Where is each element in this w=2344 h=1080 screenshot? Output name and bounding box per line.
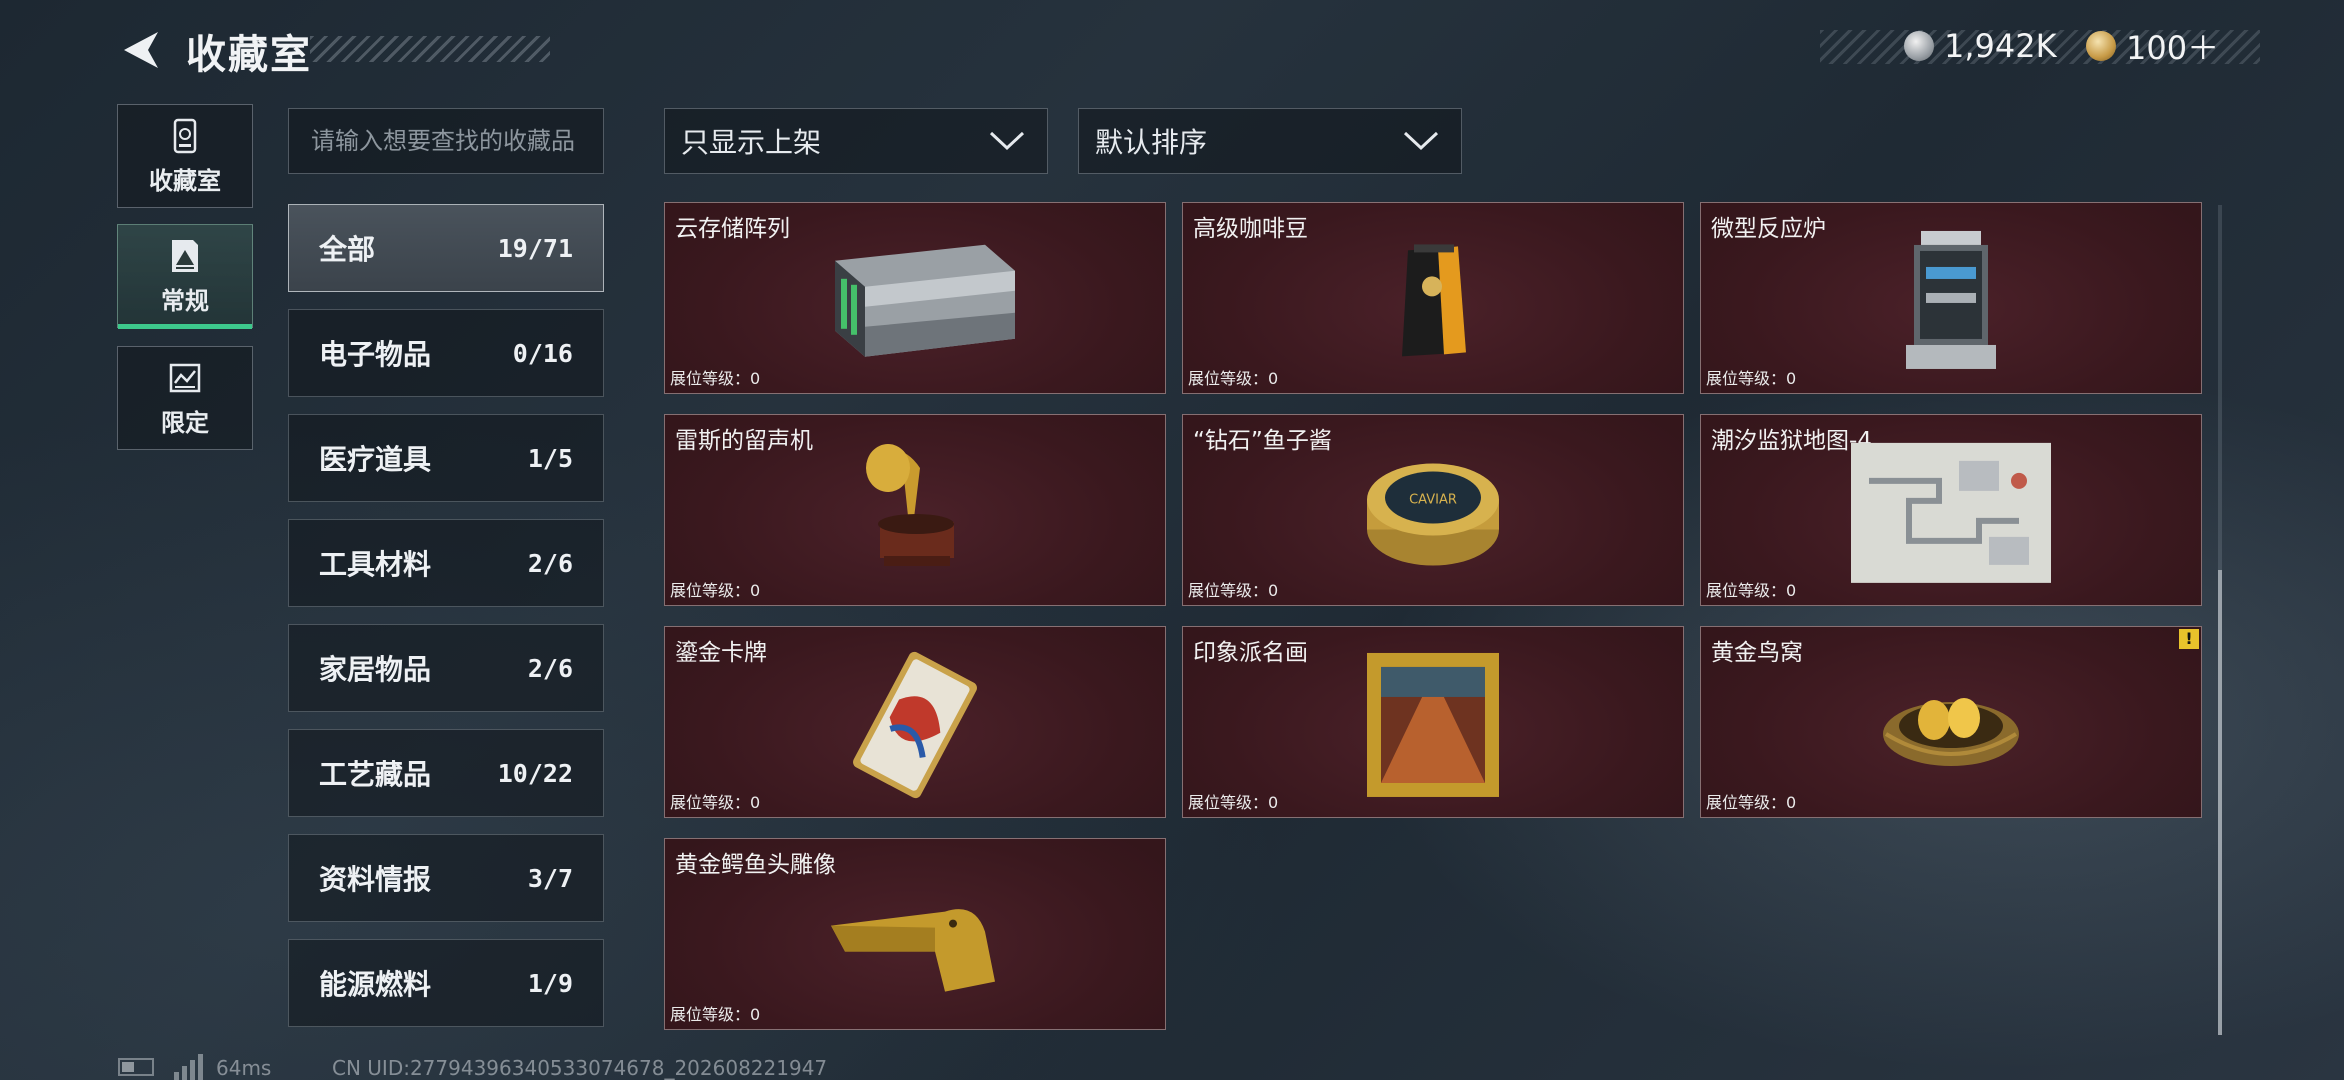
croc-statue-icon (831, 909, 995, 992)
item-card-gramophone[interactable]: 雷斯的留声机 展位等级：0 (664, 414, 1166, 606)
category-intel[interactable]: 资料情报 3/7 (288, 834, 604, 922)
gramophone-icon (866, 444, 954, 566)
user-uid: CN UID:27794396340533074678_202608221947 (332, 1056, 828, 1080)
chevron-down-icon (989, 131, 1025, 151)
title-decoration (310, 36, 550, 62)
regular-doc-icon (172, 239, 198, 272)
sort-dropdown[interactable]: 默认排序 (1078, 108, 1462, 174)
map-icon (1851, 442, 2051, 583)
currency-gold: 100＋ (2086, 26, 2219, 67)
painting-icon (1367, 652, 1499, 797)
category-all[interactable]: 全部 19/71 (288, 204, 604, 292)
gilded-card-icon (853, 651, 977, 799)
item-card-gilded-card[interactable]: 鎏金卡牌 展位等级：0 (664, 626, 1166, 818)
server-array-icon (835, 244, 1015, 357)
item-card-painting[interactable]: 印象派名画 展位等级：0 (1182, 626, 1684, 818)
item-card-micro-reactor[interactable]: 微型反应炉 展位等级：0 (1700, 202, 2202, 394)
chevron-down-icon (1403, 131, 1439, 151)
reactor-icon (1906, 230, 1996, 369)
warning-icon: ! (2179, 629, 2199, 649)
item-card-caviar[interactable]: “钻石”鱼子酱 CAVIAR 展位等级：0 (1182, 414, 1684, 606)
category-electronics[interactable]: 电子物品 0/16 (288, 309, 604, 397)
category-crafts[interactable]: 工艺藏品 10/22 (288, 729, 604, 817)
shelf-filter-dropdown[interactable]: 只显示上架 (664, 108, 1048, 174)
tab-limited[interactable]: 限定 (117, 346, 253, 450)
vault-icon (173, 118, 197, 153)
category-medical[interactable]: 医疗道具 1/5 (288, 414, 604, 502)
limited-icon (169, 363, 201, 392)
item-card-golden-nest[interactable]: 黄金鸟窝 ! 展位等级：0 (1700, 626, 2202, 818)
item-grid: 云存储阵列 展位等级：0 高级咖啡豆 展位等级：0 微型反应炉 展位等级：0 雷… (664, 202, 2202, 1034)
item-card-cloud-storage[interactable]: 云存储阵列 展位等级：0 (664, 202, 1166, 394)
back-arrow-icon[interactable] (118, 28, 162, 72)
item-card-coffee-beans[interactable]: 高级咖啡豆 展位等级：0 (1182, 202, 1684, 394)
item-card-prison-map[interactable]: 潮汐监狱地图-4 展位等级：0 (1700, 414, 2202, 606)
currency-silver: 1,942K (1904, 26, 2057, 66)
golden-nest-icon (1883, 698, 2019, 766)
caviar-tin-icon: CAVIAR (1367, 463, 1499, 566)
scrollbar-thumb[interactable] (2218, 570, 2222, 1035)
tab-regular[interactable]: 常规 (117, 224, 253, 329)
category-energy[interactable]: 能源燃料 1/9 (288, 939, 604, 1027)
ping-readout: 64ms (216, 1056, 272, 1080)
item-card-croc-statue[interactable]: 黄金鳄鱼头雕像 展位等级：0 (664, 838, 1166, 1030)
category-tools[interactable]: 工具材料 2/6 (288, 519, 604, 607)
search-input[interactable] (288, 108, 604, 174)
gold-token-icon (2086, 31, 2116, 61)
svg-text:CAVIAR: CAVIAR (1409, 493, 1457, 508)
silver-coin-icon (1904, 31, 1934, 61)
signal-icon (174, 1054, 203, 1080)
coffee-bag-icon (1402, 244, 1466, 357)
page-title: 收藏室 (186, 32, 312, 78)
battery-icon (118, 1058, 154, 1076)
tab-collection-room[interactable]: 收藏室 (117, 104, 253, 208)
category-household[interactable]: 家居物品 2/6 (288, 624, 604, 712)
